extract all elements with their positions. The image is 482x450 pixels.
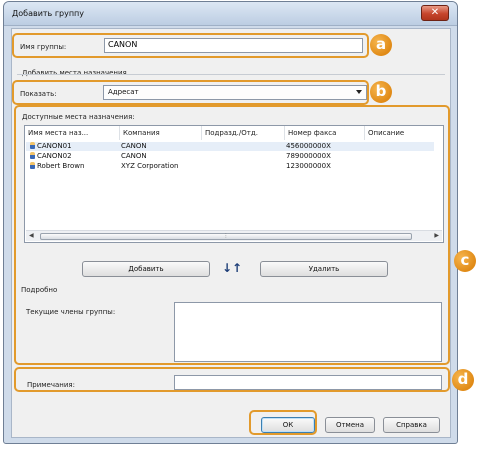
callout-badge-c: c	[454, 250, 476, 272]
cancel-button[interactable]: Отмена	[325, 417, 375, 433]
callout-badge-a: a	[370, 34, 392, 56]
callout-frame-a	[12, 33, 369, 58]
close-button[interactable]: ✕	[421, 5, 449, 21]
callout-frame-c	[14, 105, 450, 365]
section-divider	[17, 74, 445, 75]
callout-badge-d: d	[452, 369, 474, 391]
window-title: Добавить группу	[12, 9, 85, 18]
add-destinations-label: Добавить места назначения	[22, 69, 127, 77]
help-button[interactable]: Справка	[383, 417, 440, 433]
title-bar: Добавить группу ✕	[4, 2, 457, 26]
callout-frame-ok	[249, 410, 317, 435]
callout-frame-b	[12, 80, 369, 105]
callout-badge-b: b	[370, 81, 392, 103]
callout-frame-d	[14, 367, 450, 392]
